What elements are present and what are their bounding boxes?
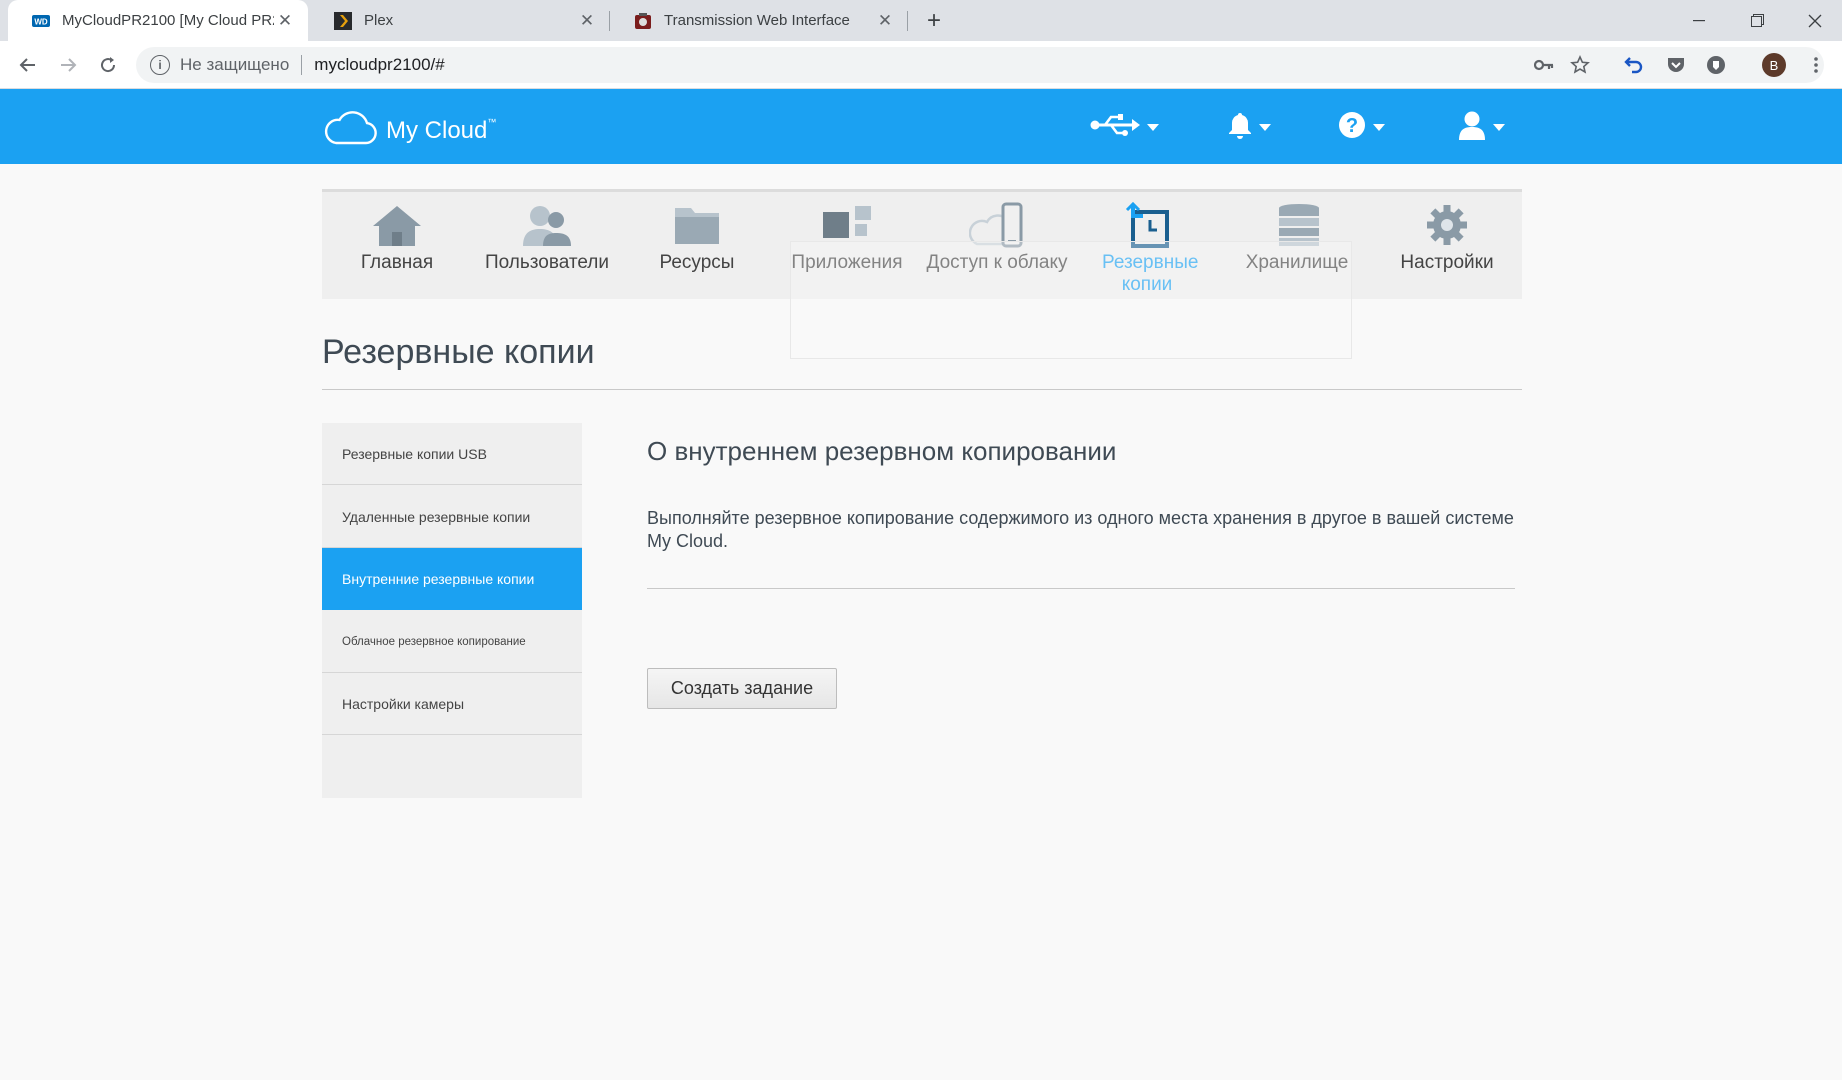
- minimize-button[interactable]: [1670, 0, 1728, 41]
- usb-icon: [1090, 112, 1140, 143]
- svg-text:WD: WD: [34, 17, 48, 26]
- notifications-menu[interactable]: [1228, 109, 1271, 145]
- browser-tab-bar: WD MyCloudPR2100 [My Cloud PR2100] ✕ Ple…: [0, 0, 1842, 41]
- page-title: Резервные копии: [322, 333, 595, 371]
- plex-favicon-icon: [334, 11, 352, 30]
- tab-title: Plex: [364, 12, 394, 29]
- users-icon: [519, 202, 575, 248]
- nav-label: Ресурсы: [659, 252, 735, 273]
- browser-toolbar: i Не защищено mycloudpr2100/# B: [0, 41, 1842, 89]
- nav-item-users[interactable]: Пользователи: [472, 192, 622, 299]
- address-bar[interactable]: i Не защищено mycloudpr2100/#: [136, 47, 1824, 83]
- section-divider: [647, 588, 1515, 589]
- logo-text: My Cloud™: [386, 116, 497, 144]
- help-icon: ?: [1338, 111, 1366, 144]
- svg-text:?: ?: [1346, 115, 1358, 137]
- new-tab-button[interactable]: +: [920, 7, 948, 35]
- extension-shield-icon[interactable]: [1702, 51, 1730, 79]
- user-menu[interactable]: [1458, 109, 1505, 145]
- browser-tab-plex[interactable]: Plex ✕: [310, 0, 610, 41]
- chevron-down-icon: [1493, 123, 1505, 131]
- sidemenu-item-camera-settings[interactable]: Настройки камеры: [322, 673, 582, 735]
- tab-close-icon[interactable]: ✕: [274, 10, 296, 32]
- create-job-button[interactable]: Создать задание: [647, 668, 837, 709]
- info-icon[interactable]: i: [150, 55, 170, 75]
- profile-avatar[interactable]: B: [1762, 53, 1786, 77]
- usb-menu[interactable]: [1090, 109, 1159, 145]
- chevron-down-icon: [1373, 123, 1385, 131]
- undo-extension-icon[interactable]: [1620, 51, 1648, 79]
- forward-button[interactable]: [54, 51, 82, 79]
- gear-icon: [1419, 202, 1475, 248]
- chevron-down-icon: [1259, 123, 1271, 131]
- mycloud-logo[interactable]: My Cloud™: [322, 111, 496, 150]
- sidemenu-item-cloud-backup[interactable]: Облачное резервное копирование: [322, 611, 582, 673]
- bell-icon: [1228, 111, 1252, 144]
- bookmark-star-icon[interactable]: [1566, 47, 1594, 83]
- nav-item-settings[interactable]: Настройки: [1372, 192, 1522, 299]
- browser-menu-icon[interactable]: [1802, 51, 1830, 79]
- wd-favicon-icon: WD: [32, 12, 50, 30]
- browser-tab-mycloud[interactable]: WD MyCloudPR2100 [My Cloud PR2100] ✕: [8, 0, 308, 41]
- title-divider: [322, 389, 1522, 390]
- user-icon: [1458, 110, 1486, 145]
- security-label: Не защищено: [180, 55, 290, 74]
- folder-icon: [669, 202, 725, 248]
- browser-tab-transmission[interactable]: Transmission Web Interface ✕: [610, 0, 908, 41]
- tab-title: MyCloudPR2100 [My Cloud PR2100]: [62, 12, 274, 29]
- home-icon: [369, 202, 425, 248]
- transmission-favicon-icon: [634, 12, 652, 30]
- sidemenu-item-usb-backups[interactable]: Резервные копии USB: [322, 423, 582, 485]
- tab-title: Transmission Web Interface: [664, 12, 850, 29]
- tab-separator: [907, 11, 908, 31]
- nav-label: Пользователи: [484, 252, 609, 273]
- cloud-logo-icon: [322, 111, 378, 150]
- sidemenu-item-remote-backups[interactable]: Удаленные резервные копии: [322, 486, 582, 548]
- help-menu[interactable]: ?: [1338, 109, 1385, 145]
- chevron-down-icon: [1147, 123, 1159, 131]
- restore-button[interactable]: [1728, 0, 1786, 41]
- nav-item-home[interactable]: Главная: [322, 192, 472, 299]
- section-description: Выполняйте резервное копирование содержи…: [647, 508, 1514, 551]
- section-title: О внутреннем резервном копировании: [647, 436, 1117, 466]
- pocket-icon[interactable]: [1662, 51, 1690, 79]
- close-window-button[interactable]: [1786, 0, 1842, 41]
- sidemenu-item-internal-backups[interactable]: Внутренние резервные копии: [322, 548, 582, 610]
- address-separator: [301, 55, 303, 75]
- nav-dropdown-overlay: [790, 241, 1352, 359]
- app-header: My Cloud™ ?: [0, 89, 1842, 164]
- nav-label: Главная: [360, 252, 434, 273]
- back-button[interactable]: [14, 51, 42, 79]
- backup-sidemenu: Резервные копии USB Удаленные резервные …: [322, 423, 582, 798]
- reload-button[interactable]: [94, 51, 122, 79]
- nav-item-shares[interactable]: Ресурсы: [622, 192, 772, 299]
- tab-close-icon[interactable]: ✕: [576, 10, 598, 32]
- url-text[interactable]: mycloudpr2100/#: [314, 55, 444, 75]
- nav-label: Настройки: [1400, 252, 1494, 273]
- key-icon[interactable]: [1530, 47, 1558, 83]
- tab-close-icon[interactable]: ✕: [874, 10, 896, 32]
